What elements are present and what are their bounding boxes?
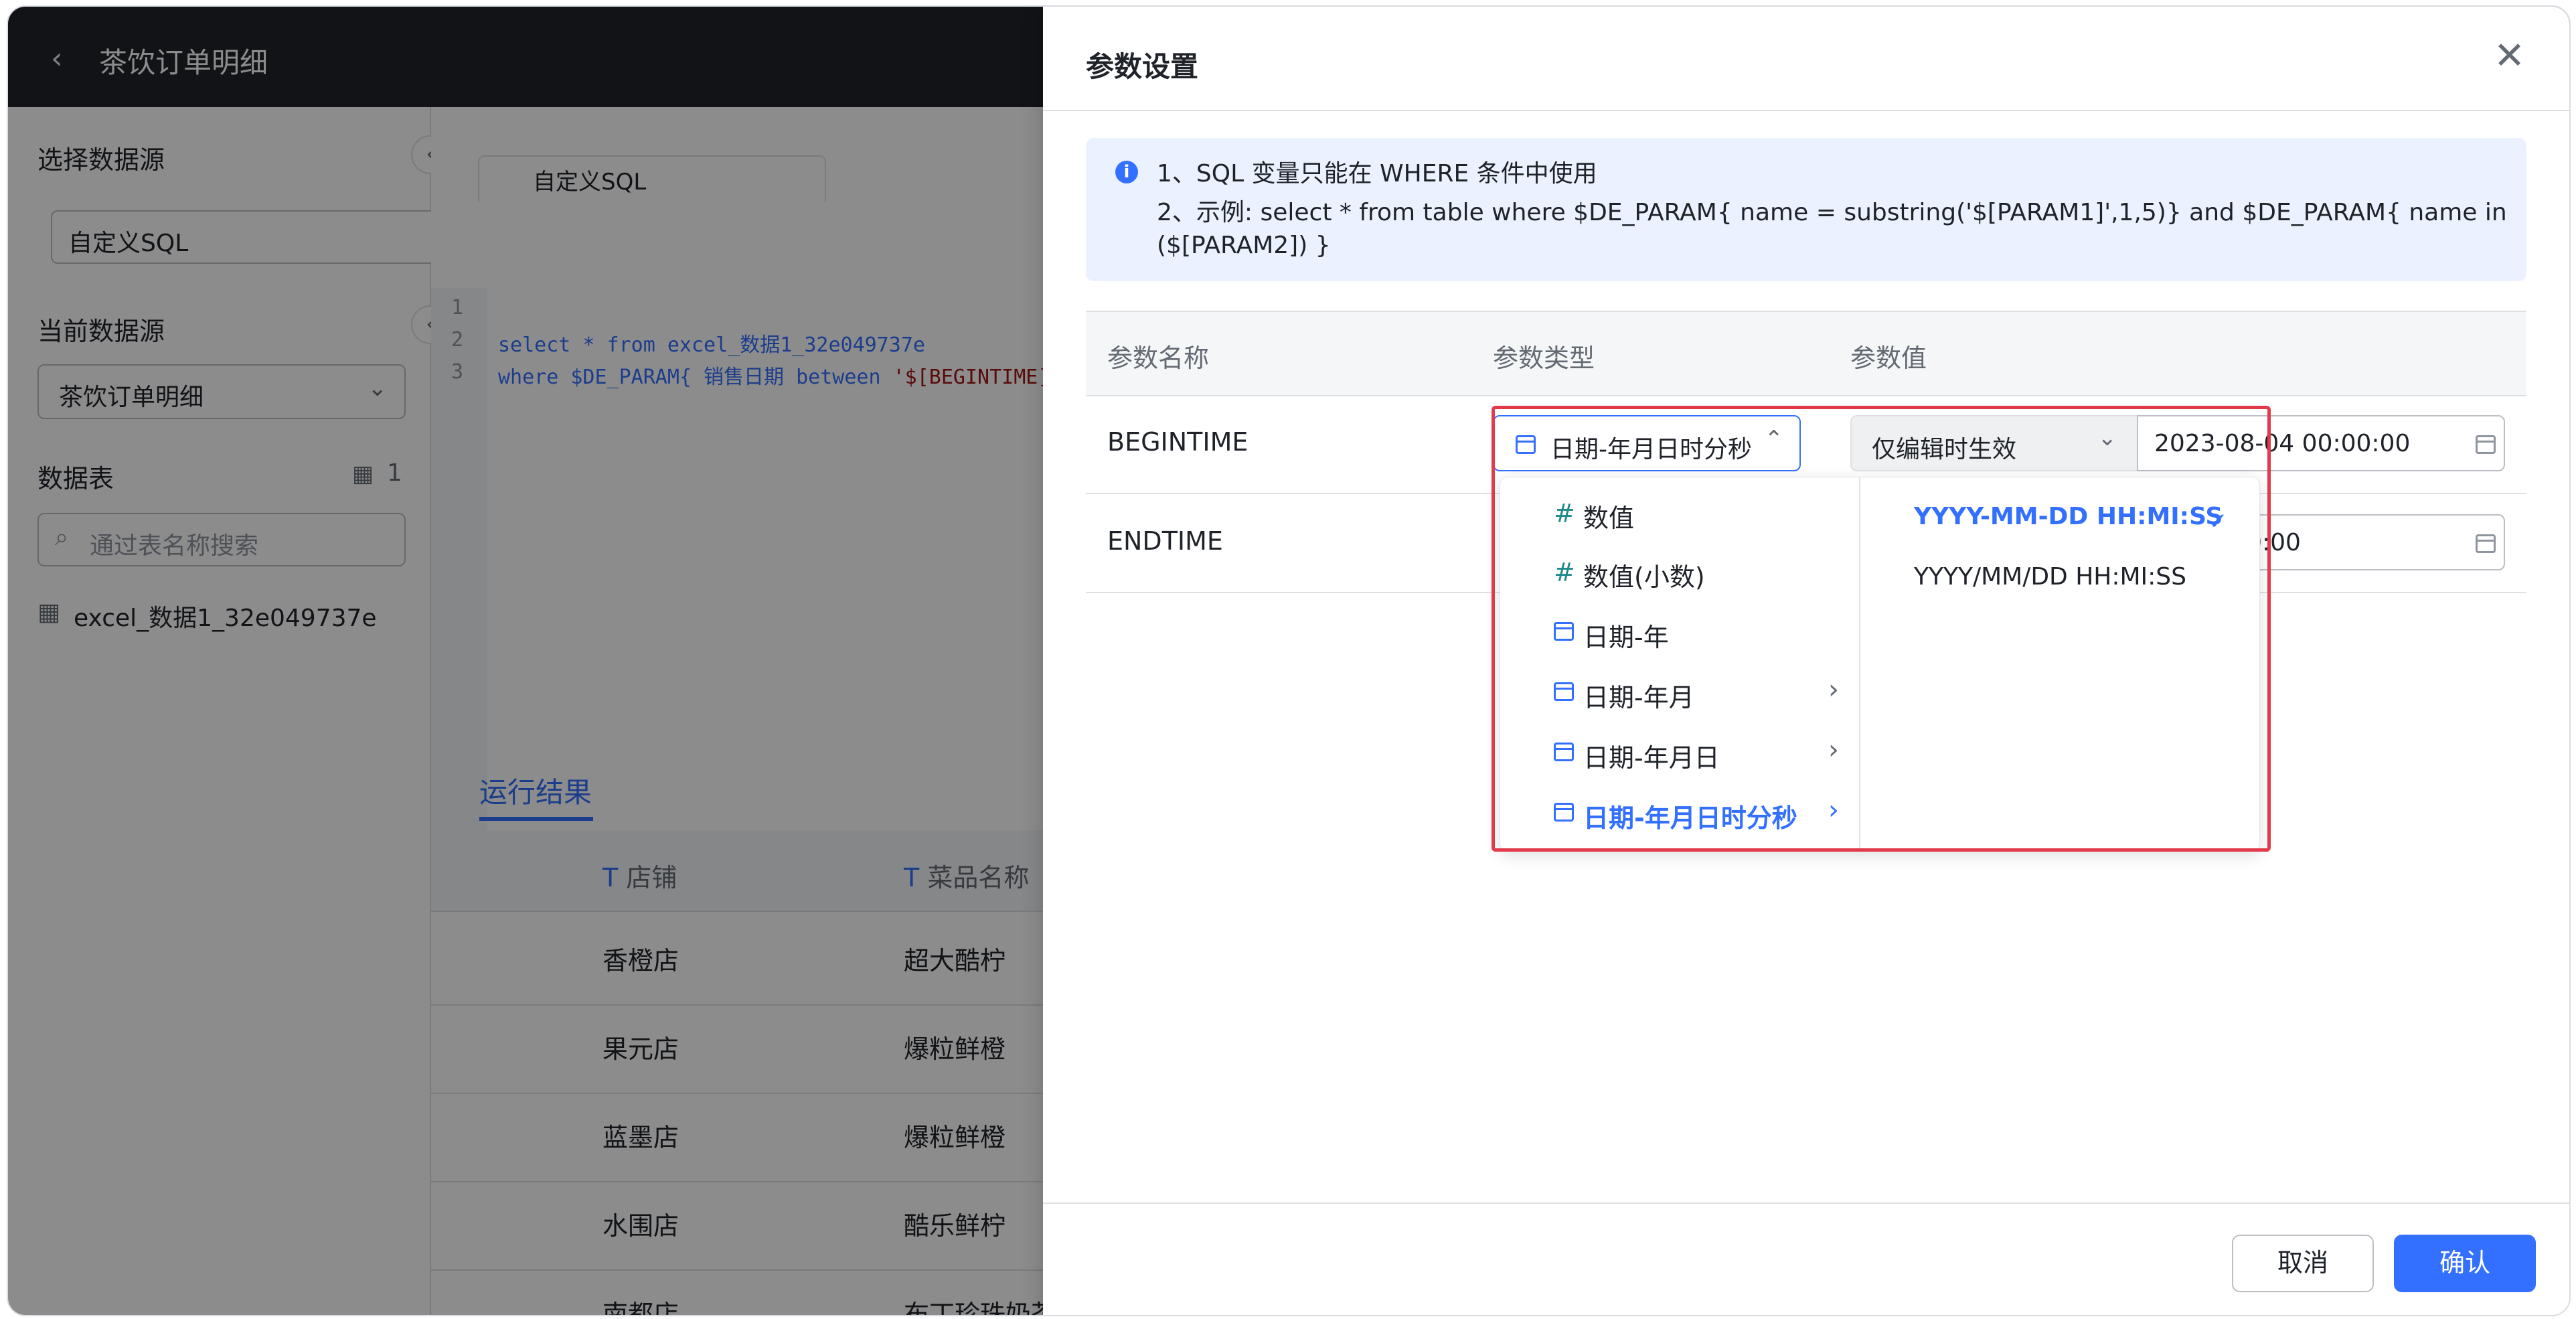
app-window: ‹ 茶饮订单明细 选择数据源 ‹ 自定义SQL 当前数据源 茶饮订单明细 ⌄ 数…	[7, 5, 2571, 1316]
parameter-table-header: 参数名称 参数类型 参数值	[1086, 311, 2526, 396]
info-line: ($[PARAM2]) }	[1157, 232, 1331, 259]
info-alert: i 1、SQL 变量只能在 WHERE 条件中使用 2、示例: select *…	[1086, 138, 2526, 281]
header-param-value: 参数值	[1850, 343, 1927, 373]
calendar-icon	[2476, 534, 2496, 553]
info-line: 2、示例: select * from table where $DE_PARA…	[1157, 199, 2507, 226]
modal-overlay-top	[8, 7, 1046, 107]
modal-overlay[interactable]	[8, 107, 1046, 1315]
header-param-type: 参数类型	[1493, 343, 1595, 373]
param-name: ENDTIME	[1107, 526, 1223, 556]
info-icon: i	[1115, 161, 1138, 183]
param-name: BEGINTIME	[1107, 427, 1249, 457]
divider	[1043, 1202, 2569, 1204]
confirm-button[interactable]: 确认	[2394, 1235, 2536, 1292]
drawer-title: 参数设置	[1086, 50, 1199, 83]
annotation-highlight-box	[1492, 406, 2271, 852]
info-line: 1、SQL 变量只能在 WHERE 条件中使用	[1157, 160, 1597, 187]
cancel-button[interactable]: 取消	[2232, 1235, 2374, 1292]
calendar-icon	[2476, 435, 2496, 454]
close-icon[interactable]: ✕	[2494, 36, 2525, 76]
header-param-name: 参数名称	[1107, 343, 1210, 373]
divider	[1043, 110, 2569, 111]
